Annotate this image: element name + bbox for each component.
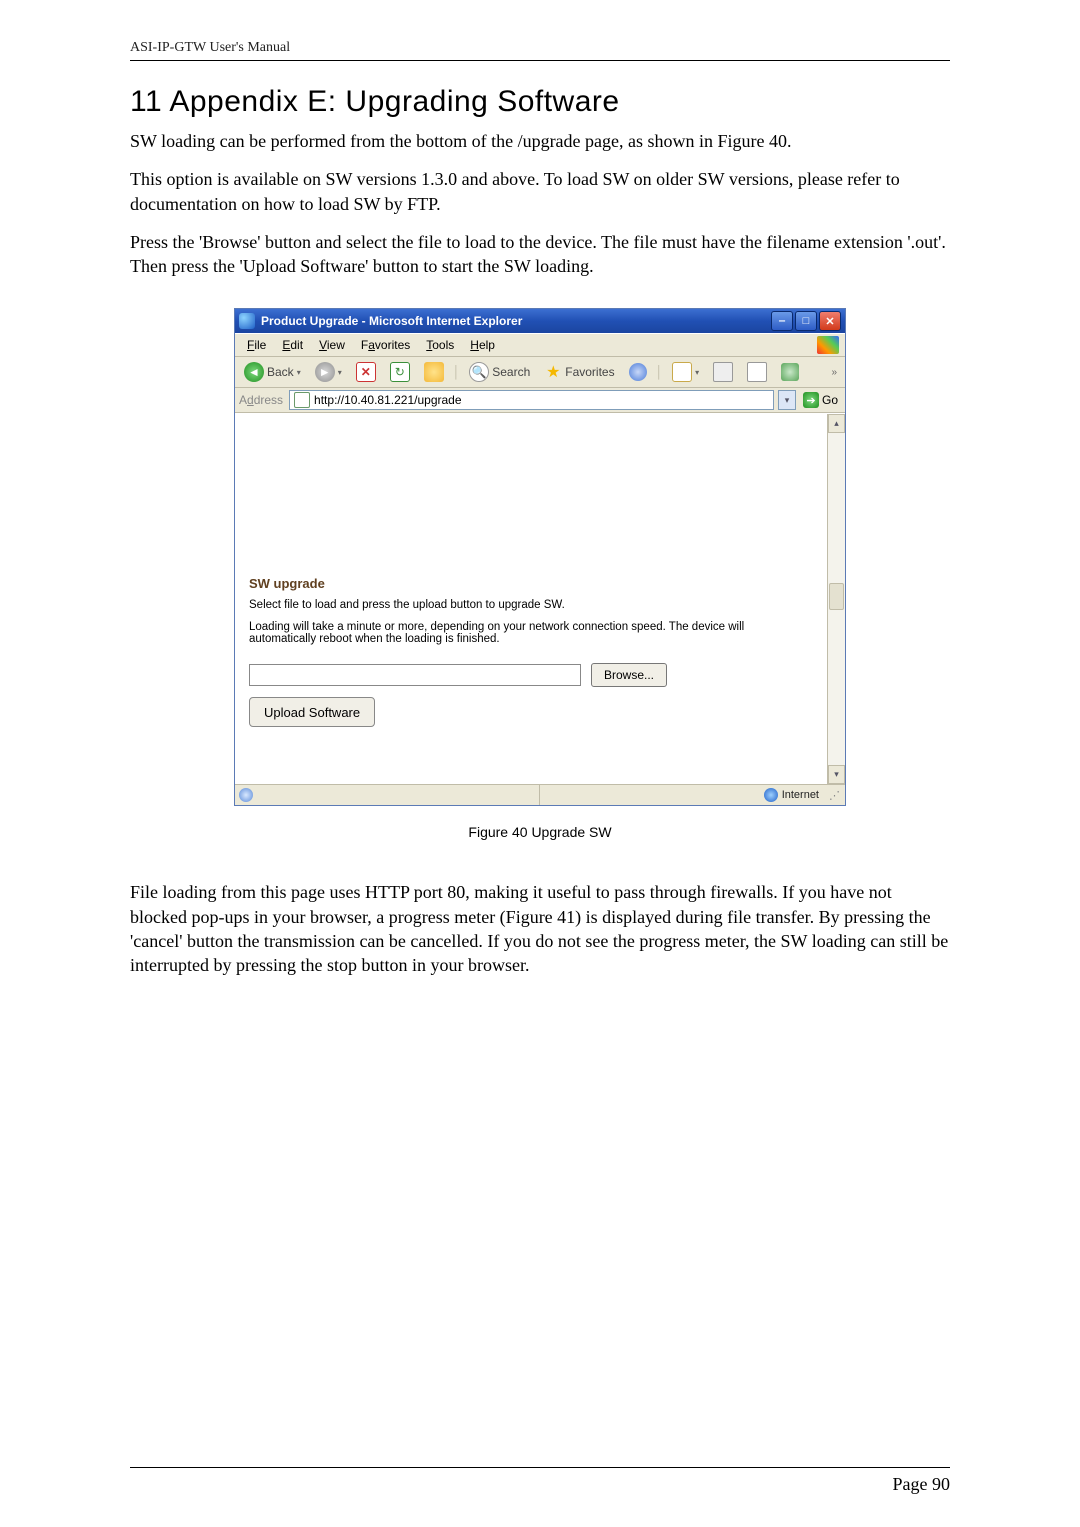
address-dropdown[interactable]: ▾ bbox=[778, 390, 796, 410]
scroll-thumb[interactable] bbox=[829, 583, 844, 610]
addressbar: Address http://10.40.81.221/upgrade ▾ ➔G… bbox=[235, 388, 845, 413]
go-arrow-icon: ➔ bbox=[803, 392, 819, 408]
intro-p2: This option is available on SW versions … bbox=[130, 167, 950, 216]
ie-window: Product Upgrade - Microsoft Internet Exp… bbox=[234, 308, 846, 806]
print-icon bbox=[713, 362, 733, 382]
intro-p1: SW loading can be performed from the bot… bbox=[130, 129, 950, 153]
messenger-icon bbox=[781, 363, 799, 381]
close-button[interactable]: ✕ bbox=[819, 311, 841, 331]
home-button[interactable] bbox=[419, 360, 449, 384]
browse-button[interactable]: Browse... bbox=[591, 663, 667, 687]
toolbar-overflow[interactable]: » bbox=[827, 367, 841, 378]
menu-favorites[interactable]: Favorites bbox=[353, 336, 418, 354]
edit-icon bbox=[747, 362, 767, 382]
status-icon bbox=[239, 788, 253, 802]
menubar: File Edit View Favorites Tools Help bbox=[235, 333, 845, 357]
back-button[interactable]: ◄Back▾ bbox=[239, 360, 306, 384]
menu-tools[interactable]: Tools bbox=[418, 336, 462, 354]
globe-icon bbox=[764, 788, 778, 802]
page-footer: Page 90 bbox=[130, 1467, 950, 1495]
back-icon: ◄ bbox=[244, 362, 264, 382]
print-button[interactable] bbox=[708, 360, 738, 384]
scroll-down[interactable]: ▾ bbox=[828, 765, 845, 784]
menu-help[interactable]: Help bbox=[462, 336, 503, 354]
window-title: Product Upgrade - Microsoft Internet Exp… bbox=[261, 314, 771, 328]
figure-caption: Figure 40 Upgrade SW bbox=[130, 824, 950, 840]
menu-view[interactable]: View bbox=[311, 336, 353, 354]
go-button[interactable]: ➔Go bbox=[800, 392, 841, 408]
mail-button[interactable]: ▾ bbox=[667, 360, 704, 384]
titlebar: Product Upgrade - Microsoft Internet Exp… bbox=[235, 309, 845, 333]
scrollbar[interactable]: ▴ ▾ bbox=[827, 414, 845, 784]
edit-button[interactable] bbox=[742, 360, 772, 384]
status-zone: Internet bbox=[782, 789, 819, 801]
section-title: 11 Appendix E: Upgrading Software bbox=[130, 85, 950, 119]
instruction-line-1: Select file to load and press the upload… bbox=[249, 599, 813, 611]
favorites-button[interactable]: ★Favorites bbox=[539, 361, 619, 383]
menu-edit[interactable]: Edit bbox=[274, 336, 311, 354]
menu-file[interactable]: File bbox=[239, 336, 274, 354]
instruction-line-2: Loading will take a minute or more, depe… bbox=[249, 621, 813, 645]
file-input[interactable] bbox=[249, 664, 581, 686]
ie-icon bbox=[239, 313, 255, 329]
intro-p3: Press the 'Browse' button and select the… bbox=[130, 230, 950, 279]
mail-icon bbox=[672, 362, 692, 382]
stop-icon: ✕ bbox=[356, 362, 376, 382]
stop-button[interactable]: ✕ bbox=[351, 360, 381, 384]
statusbar: Internet ⋰ bbox=[235, 784, 845, 805]
body-p4: File loading from this page uses HTTP po… bbox=[130, 880, 950, 977]
maximize-button[interactable]: □ bbox=[795, 311, 817, 331]
scroll-up[interactable]: ▴ bbox=[828, 414, 845, 433]
upload-software-button[interactable]: Upload Software bbox=[249, 697, 375, 727]
resize-grip[interactable]: ⋰ bbox=[829, 789, 845, 802]
history-icon bbox=[629, 363, 647, 381]
messenger-button[interactable] bbox=[776, 361, 804, 383]
windows-logo-icon bbox=[817, 336, 839, 354]
refresh-icon: ↻ bbox=[390, 362, 410, 382]
address-input[interactable]: http://10.40.81.221/upgrade bbox=[289, 390, 774, 410]
search-button[interactable]: 🔍Search bbox=[464, 360, 535, 384]
page-icon bbox=[294, 392, 310, 408]
address-label: Address bbox=[239, 393, 285, 407]
toolbar: ◄Back▾ ►▾ ✕ ↻ │ 🔍Search ★Favorites │ ▾ » bbox=[235, 357, 845, 388]
forward-button[interactable]: ►▾ bbox=[310, 360, 347, 384]
minimize-button[interactable]: ‒ bbox=[771, 311, 793, 331]
browser-content: SW upgrade Select file to load and press… bbox=[235, 413, 845, 784]
forward-icon: ► bbox=[315, 362, 335, 382]
home-icon bbox=[424, 362, 444, 382]
refresh-button[interactable]: ↻ bbox=[385, 360, 415, 384]
doc-header: ASI-IP-GTW User's Manual bbox=[130, 40, 950, 61]
sw-upgrade-heading: SW upgrade bbox=[249, 576, 813, 591]
history-button[interactable] bbox=[624, 361, 652, 383]
search-icon: 🔍 bbox=[469, 362, 489, 382]
star-icon: ★ bbox=[544, 363, 562, 381]
